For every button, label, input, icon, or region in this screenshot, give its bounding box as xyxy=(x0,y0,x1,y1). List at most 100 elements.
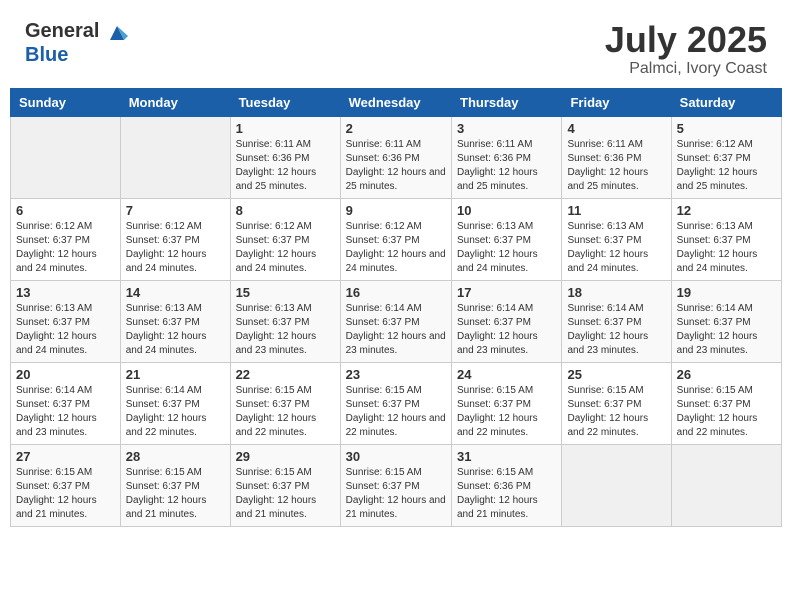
day-detail: Sunrise: 6:11 AM Sunset: 6:36 PM Dayligh… xyxy=(457,138,556,194)
calendar-cell: 9 Sunrise: 6:12 AM Sunset: 6:37 PM Daylig… xyxy=(340,198,451,280)
calendar-cell: 11 Sunrise: 6:13 AM Sunset: 6:37 PM Dayli… xyxy=(562,198,671,280)
calendar-cell: 14 Sunrise: 6:13 AM Sunset: 6:37 PM Dayli… xyxy=(120,280,230,362)
calendar-cell: 28 Sunrise: 6:15 AM Sunset: 6:37 PM Dayli… xyxy=(120,444,230,526)
day-detail: Sunrise: 6:14 AM Sunset: 6:37 PM Dayligh… xyxy=(567,302,665,358)
day-detail: Sunrise: 6:14 AM Sunset: 6:37 PM Dayligh… xyxy=(346,302,446,358)
calendar-cell: 25Sunrise: 6:15 AM Sunset: 6:37 PM Dayli… xyxy=(562,362,671,444)
day-number: 22 xyxy=(236,367,335,382)
calendar-cell: 15Sunrise: 6:13 AM Sunset: 6:37 PM Dayli… xyxy=(230,280,340,362)
day-detail: Sunrise: 6:15 AM Sunset: 6:36 PM Dayligh… xyxy=(457,466,556,522)
day-number: 23 xyxy=(346,367,446,382)
calendar-cell: 6Sunrise: 6:12 AM Sunset: 6:37 PM Daylig… xyxy=(11,198,121,280)
calendar-cell: 29 Sunrise: 6:15 AM Sunset: 6:37 PM Dayli… xyxy=(230,444,340,526)
day-detail: Sunrise: 6:15 AM Sunset: 6:37 PM Dayligh… xyxy=(346,466,446,522)
week-row-5: 27Sunrise: 6:15 AM Sunset: 6:37 PM Dayli… xyxy=(11,444,782,526)
calendar-table: SundayMondayTuesdayWednesdayThursdayFrid… xyxy=(10,88,782,527)
day-detail: Sunrise: 6:15 AM Sunset: 6:37 PM Dayligh… xyxy=(126,466,225,522)
week-row-3: 13 Sunrise: 6:13 AM Sunset: 6:37 PM Dayli… xyxy=(11,280,782,362)
day-detail: Sunrise: 6:14 AM Sunset: 6:37 PM Dayligh… xyxy=(677,302,776,358)
calendar-cell: 5 Sunrise: 6:12 AM Sunset: 6:37 PM Daylig… xyxy=(671,116,781,198)
day-detail: Sunrise: 6:15 AM Sunset: 6:37 PM Dayligh… xyxy=(457,384,556,440)
calendar-cell: 1 Sunrise: 6:11 AM Sunset: 6:36 PM Daylig… xyxy=(230,116,340,198)
day-header-thursday: Thursday xyxy=(452,88,562,116)
day-number: 24 xyxy=(457,367,556,382)
calendar-cell: 31 Sunrise: 6:15 AM Sunset: 6:36 PM Dayli… xyxy=(452,444,562,526)
day-number: 2 xyxy=(346,121,446,136)
day-number: 10 xyxy=(457,203,556,218)
logo-blue: Blue xyxy=(25,44,68,66)
day-number: 4 xyxy=(567,121,665,136)
calendar-cell: 19 Sunrise: 6:14 AM Sunset: 6:37 PM Dayli… xyxy=(671,280,781,362)
day-number: 3 xyxy=(457,121,556,136)
day-number: 25 xyxy=(567,367,665,382)
week-row-2: 6 Sunrise: 6:12 AM Sunset: 6:37 PM Daylig… xyxy=(11,198,782,280)
calendar-cell: 16Sunrise: 6:14 AM Sunset: 6:37 PM Dayli… xyxy=(340,280,451,362)
day-detail: Sunrise: 6:12 AM Sunset: 6:37 PM Dayligh… xyxy=(236,220,335,276)
day-detail: Sunrise: 6:12 AM Sunset: 6:37 PM Dayligh… xyxy=(126,220,225,276)
day-number: 17 xyxy=(457,285,556,300)
calendar-cell: 4 Sunrise: 6:11 AM Sunset: 6:36 PM Daylig… xyxy=(562,116,671,198)
calendar-cell: 22 Sunrise: 6:15 AM Sunset: 6:37 PM Dayli… xyxy=(230,362,340,444)
logo: General Blue xyxy=(25,20,128,67)
day-number: 5 xyxy=(677,121,776,136)
day-detail: Sunrise: 6:13 AM Sunset: 6:37 PM Dayligh… xyxy=(126,302,225,358)
calendar-cell: 23Sunrise: 6:15 AM Sunset: 6:37 PM Dayli… xyxy=(340,362,451,444)
calendar-cell xyxy=(671,444,781,526)
day-header-tuesday: Tuesday xyxy=(230,88,340,116)
day-number: 29 xyxy=(236,449,335,464)
calendar-cell: 30 Sunrise: 6:15 AM Sunset: 6:37 PM Dayli… xyxy=(340,444,451,526)
day-number: 6 xyxy=(16,203,115,218)
day-detail: Sunrise: 6:11 AM Sunset: 6:36 PM Dayligh… xyxy=(236,138,335,194)
day-detail: Sunrise: 6:15 AM Sunset: 6:37 PM Dayligh… xyxy=(236,466,335,522)
day-detail: Sunrise: 6:14 AM Sunset: 6:37 PM Dayligh… xyxy=(457,302,556,358)
calendar-cell: 21Sunrise: 6:14 AM Sunset: 6:37 PM Dayli… xyxy=(120,362,230,444)
day-number: 18 xyxy=(567,285,665,300)
day-detail: Sunrise: 6:15 AM Sunset: 6:37 PM Dayligh… xyxy=(16,466,115,522)
day-number: 19 xyxy=(677,285,776,300)
calendar-header-row: SundayMondayTuesdayWednesdayThursdayFrid… xyxy=(11,88,782,116)
day-number: 20 xyxy=(16,367,115,382)
day-header-sunday: Sunday xyxy=(11,88,121,116)
day-number: 26 xyxy=(677,367,776,382)
calendar-cell: 18 Sunrise: 6:14 AM Sunset: 6:37 PM Dayli… xyxy=(562,280,671,362)
calendar-cell xyxy=(562,444,671,526)
day-detail: Sunrise: 6:11 AM Sunset: 6:36 PM Dayligh… xyxy=(567,138,665,194)
day-detail: Sunrise: 6:11 AM Sunset: 6:36 PM Dayligh… xyxy=(346,138,446,194)
day-number: 13 xyxy=(16,285,115,300)
day-number: 14 xyxy=(126,285,225,300)
day-detail: Sunrise: 6:13 AM Sunset: 6:37 PM Dayligh… xyxy=(677,220,776,276)
calendar-cell: 2 Sunrise: 6:11 AM Sunset: 6:36 PM Daylig… xyxy=(340,116,451,198)
day-number: 11 xyxy=(567,203,665,218)
day-number: 9 xyxy=(346,203,446,218)
day-detail: Sunrise: 6:12 AM Sunset: 6:37 PM Dayligh… xyxy=(346,220,446,276)
day-detail: Sunrise: 6:13 AM Sunset: 6:37 PM Dayligh… xyxy=(236,302,335,358)
day-header-wednesday: Wednesday xyxy=(340,88,451,116)
logo-icon xyxy=(106,22,128,44)
calendar-cell: 7 Sunrise: 6:12 AM Sunset: 6:37 PM Daylig… xyxy=(120,198,230,280)
week-row-4: 20 Sunrise: 6:14 AM Sunset: 6:37 PM Dayli… xyxy=(11,362,782,444)
day-header-saturday: Saturday xyxy=(671,88,781,116)
calendar-cell: 3 Sunrise: 6:11 AM Sunset: 6:36 PM Daylig… xyxy=(452,116,562,198)
day-number: 7 xyxy=(126,203,225,218)
day-detail: Sunrise: 6:12 AM Sunset: 6:37 PM Dayligh… xyxy=(677,138,776,194)
day-detail: Sunrise: 6:13 AM Sunset: 6:37 PM Dayligh… xyxy=(567,220,665,276)
day-number: 28 xyxy=(126,449,225,464)
calendar-cell: 26Sunrise: 6:15 AM Sunset: 6:37 PM Dayli… xyxy=(671,362,781,444)
logo-text: General Blue xyxy=(25,20,128,67)
day-detail: Sunrise: 6:14 AM Sunset: 6:37 PM Dayligh… xyxy=(126,384,225,440)
day-header-friday: Friday xyxy=(562,88,671,116)
day-number: 12 xyxy=(677,203,776,218)
week-row-1: 1 Sunrise: 6:11 AM Sunset: 6:36 PM Daylig… xyxy=(11,116,782,198)
calendar-cell: 24 Sunrise: 6:15 AM Sunset: 6:37 PM Dayli… xyxy=(452,362,562,444)
day-number: 8 xyxy=(236,203,335,218)
day-detail: Sunrise: 6:13 AM Sunset: 6:37 PM Dayligh… xyxy=(457,220,556,276)
day-number: 31 xyxy=(457,449,556,464)
day-number: 1 xyxy=(236,121,335,136)
day-header-monday: Monday xyxy=(120,88,230,116)
day-number: 30 xyxy=(346,449,446,464)
day-detail: Sunrise: 6:15 AM Sunset: 6:37 PM Dayligh… xyxy=(236,384,335,440)
logo-general: General xyxy=(25,24,128,41)
day-detail: Sunrise: 6:14 AM Sunset: 6:37 PM Dayligh… xyxy=(16,384,115,440)
calendar-cell: 27Sunrise: 6:15 AM Sunset: 6:37 PM Dayli… xyxy=(11,444,121,526)
calendar-cell: 12 Sunrise: 6:13 AM Sunset: 6:37 PM Dayli… xyxy=(671,198,781,280)
